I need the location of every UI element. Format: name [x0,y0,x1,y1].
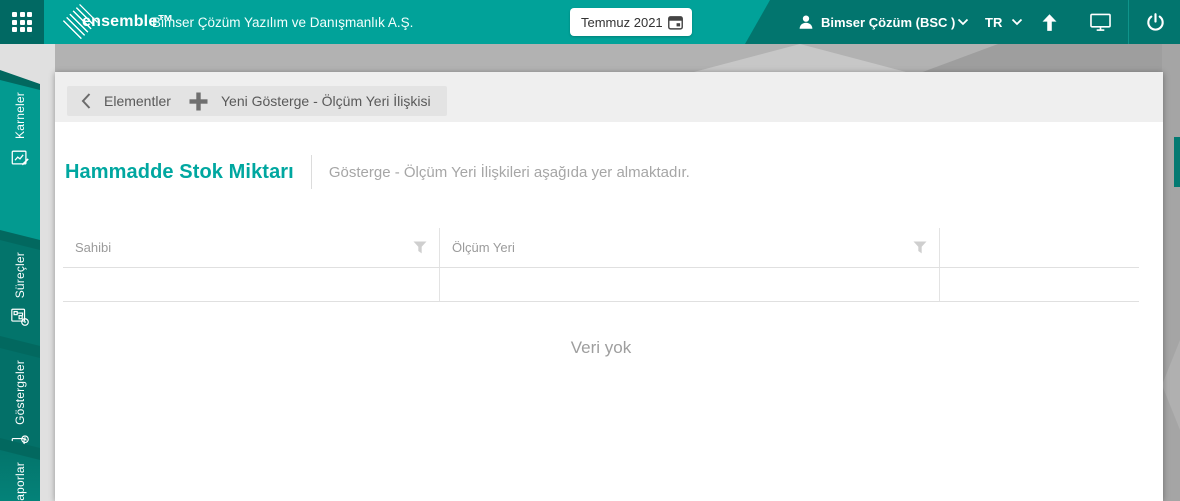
sidebar-item-surecler[interactable]: Süreçler [0,240,40,346]
period-date-value: Temmuz 2021 [581,14,663,30]
relations-table: Sahibi Ölçüm Yeri Veri yok [63,228,1139,358]
module-sidebar: Karneler Süreçler Göstergeler Raporlar [0,70,40,501]
column-header-empty [939,228,1139,267]
back-elements-button[interactable]: Elementler [67,86,189,116]
column-label: Sahibi [75,240,112,255]
display-button[interactable] [1089,0,1112,44]
user-chevron-down-icon[interactable] [957,0,969,44]
background-facet [1162,44,1180,501]
column-header-sahibi[interactable]: Sahibi [63,228,439,267]
user-avatar-icon [797,0,815,44]
column-label: Ölçüm Yeri [452,240,515,255]
language-selector[interactable]: TR [985,0,1002,44]
arrow-up-icon [1042,13,1057,31]
power-icon [1147,12,1164,31]
indicators-icon [10,434,30,454]
sidebar-item-label: Karneler [13,92,27,139]
app-window: ensemble™ Bimser Çözüm Yazılım ve Danışm… [0,0,1180,501]
content-card: Elementler Yeni Gösterge - Ölçüm Yeri İl… [55,72,1163,501]
table-header-row: Sahibi Ölçüm Yeri [63,228,1139,268]
sidebar-item-raporlar[interactable]: Raporlar [0,450,40,501]
filter-icon[interactable] [413,241,427,254]
sidebar-item-label: Raporlar [13,462,27,501]
monitor-icon [1090,13,1111,31]
plus-icon [189,92,208,110]
company-name: Bimser Çözüm Yazılım ve Danışmanlık A.Ş. [152,14,414,30]
column-header-olcum-yeri[interactable]: Ölçüm Yeri [439,228,939,267]
table-row [63,268,1139,302]
sidebar-item-label: Göstergeler [13,360,27,425]
header-right-section: Bimser Çözüm (BSC ) TR [745,0,1180,44]
new-indicator-relation-button[interactable]: Yeni Gösterge - Ölçüm Yeri İlişkisi [175,86,447,116]
processes-icon [10,307,30,327]
page-title: Hammadde Stok Miktarı [65,160,294,183]
language-chevron-down-icon[interactable] [1011,0,1023,44]
apps-grid-icon [12,12,32,32]
toolbar-band: Elementler Yeni Gösterge - Ölçüm Yeri İl… [55,72,1163,122]
chevron-left-icon [81,93,91,109]
logout-power-button[interactable] [1145,0,1166,44]
upload-button[interactable] [1039,0,1060,44]
page-header: Hammadde Stok Miktarı Gösterge - Ölçüm Y… [65,154,690,190]
calendar-icon [668,15,683,30]
ensemble-logo-icon [62,4,98,40]
title-divider [310,155,312,189]
sidebar-item-gostergeler[interactable]: Göstergeler [0,348,40,448]
top-header-bar: ensemble™ Bimser Çözüm Yazılım ve Danışm… [0,0,1180,44]
vertical-scrollbar-thumb[interactable] [1174,137,1180,187]
sidebar-item-karneler[interactable]: Karneler [0,80,40,240]
scorecards-icon [10,148,30,168]
period-date-picker[interactable]: Temmuz 2021 [570,8,692,36]
user-menu[interactable]: Bimser Çözüm (BSC ) [821,0,955,44]
filter-icon[interactable] [913,241,927,254]
page-subtitle: Gösterge - Ölçüm Yeri İlişkileri aşağıda… [328,163,690,181]
sidebar-item-label: Süreçler [13,252,27,299]
new-button-label: Yeni Gösterge - Ölçüm Yeri İlişkisi [221,93,431,109]
back-button-label: Elementler [104,93,171,109]
empty-table-message: Veri yok [570,338,632,357]
apps-menu-button[interactable] [0,0,44,44]
header-divider [1128,0,1129,44]
